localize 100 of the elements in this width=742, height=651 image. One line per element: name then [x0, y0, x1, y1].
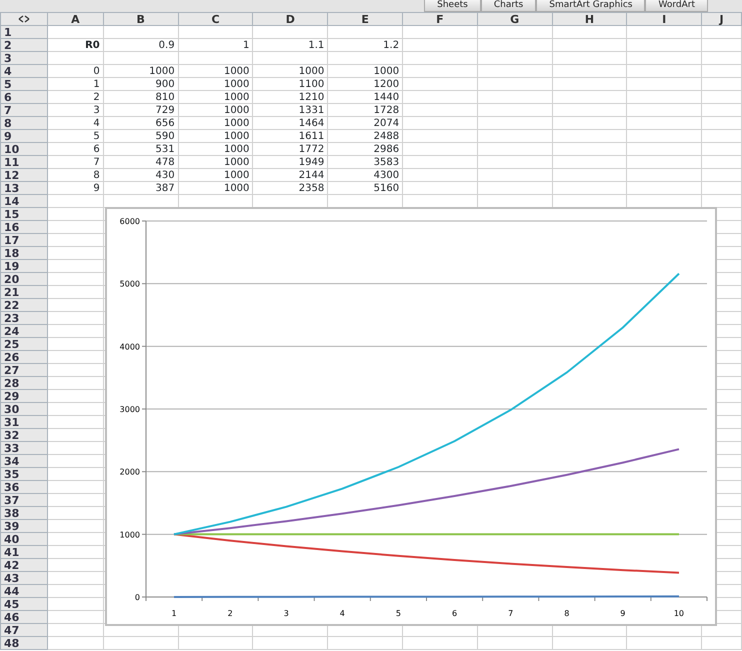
table-cell: 1728	[328, 104, 403, 116]
table-cell: 0	[47, 64, 104, 78]
row-header[interactable]: 27	[0, 364, 48, 376]
ribbon-tab[interactable]: Sheets	[424, 0, 481, 12]
row-header[interactable]: 41	[0, 546, 48, 558]
row-header[interactable]: 9	[0, 130, 48, 142]
table-cell: 387	[103, 182, 178, 194]
table-cell: 3583	[328, 156, 403, 168]
column-header[interactable]: F	[402, 12, 478, 26]
row-header[interactable]: 16	[0, 220, 48, 234]
table-cell: 3	[47, 104, 104, 116]
row-header[interactable]: 44	[0, 584, 48, 598]
column-header[interactable]: C	[178, 12, 253, 26]
column-header[interactable]: G	[477, 12, 552, 26]
table-cell: 1772	[252, 142, 328, 156]
table-cell: 590	[103, 130, 178, 142]
row-header[interactable]: 31	[0, 416, 48, 428]
table-cell: 1000	[178, 142, 253, 156]
row-header[interactable]: 33	[0, 442, 48, 454]
table-cell: 810	[103, 90, 178, 104]
table-cell: 531	[103, 142, 178, 156]
table-cell: 1000	[178, 104, 253, 116]
row-header[interactable]: 46	[0, 610, 48, 624]
row-header[interactable]: 13	[0, 182, 48, 194]
row-header[interactable]: 7	[0, 104, 48, 116]
row-header[interactable]: 12	[0, 168, 48, 182]
column-header[interactable]: H	[552, 12, 627, 26]
axis-tick-label: 5000	[120, 280, 140, 289]
row-header[interactable]: 22	[0, 298, 48, 312]
table-cell: 5160	[328, 182, 403, 194]
row-header[interactable]: 23	[0, 312, 48, 324]
row-header[interactable]: 5	[0, 78, 48, 90]
axis-tick-label: 9	[620, 609, 626, 618]
table-cell: 2144	[252, 168, 328, 182]
table-cell: 729	[103, 104, 178, 116]
row-header[interactable]: 24	[0, 324, 48, 338]
row-header[interactable]: 6	[0, 90, 48, 104]
table-cell: 4	[47, 116, 104, 130]
row-header[interactable]: 10	[0, 142, 48, 156]
axis-tick-label: 2	[228, 609, 233, 618]
table-cell: 1464	[252, 116, 328, 130]
row-header[interactable]: 38	[0, 506, 48, 520]
row-header[interactable]: 28	[0, 376, 48, 390]
table-cell: 656	[103, 116, 178, 130]
table-cell: 8	[47, 168, 104, 182]
table-cell: 2488	[328, 130, 403, 142]
ribbon-tab[interactable]: Charts	[480, 0, 536, 12]
row-header[interactable]: 45	[0, 598, 48, 610]
row-header[interactable]: 34	[0, 454, 48, 468]
row-header[interactable]: 18	[0, 246, 48, 260]
table-cell: 1440	[328, 90, 403, 104]
row-header[interactable]: 39	[0, 520, 48, 532]
row-header[interactable]: 14	[0, 194, 48, 208]
table-cell: 1949	[252, 156, 328, 168]
row-header[interactable]: 15	[0, 208, 48, 220]
column-header[interactable]: D	[252, 12, 328, 26]
row-header[interactable]: 30	[0, 402, 48, 416]
table-cell: 1200	[328, 78, 403, 90]
table-cell: 1000	[178, 78, 253, 90]
row-header[interactable]: 47	[0, 624, 48, 636]
column-header[interactable]: A	[47, 12, 104, 26]
table-cell: 1000	[178, 168, 253, 182]
row-header[interactable]: 35	[0, 468, 48, 480]
axis-tick-label: 7	[508, 609, 514, 618]
table-cell: 1000	[178, 156, 253, 168]
row-header[interactable]: 26	[0, 350, 48, 364]
row-header[interactable]: 48	[0, 636, 48, 650]
row-header[interactable]: 29	[0, 390, 48, 402]
column-header[interactable]: B	[103, 12, 178, 26]
row-header[interactable]: 36	[0, 480, 48, 494]
table-cell: 1000	[103, 64, 178, 78]
table-cell: 1	[47, 78, 104, 90]
table-cell: 1331	[252, 104, 328, 116]
table-cell: 2	[47, 90, 104, 104]
row-header[interactable]: 42	[0, 558, 48, 572]
row-header[interactable]: 4	[0, 64, 48, 78]
row-header[interactable]: 8	[0, 116, 48, 130]
table-cell: R0	[47, 38, 104, 52]
row-header[interactable]: 37	[0, 494, 48, 506]
ribbon-tab[interactable]: WordArt	[645, 0, 708, 12]
row-header[interactable]: 43	[0, 572, 48, 584]
row-header[interactable]: 1	[0, 26, 48, 38]
row-header[interactable]: 20	[0, 272, 48, 286]
column-header[interactable]: E	[328, 12, 403, 26]
row-header[interactable]: 17	[0, 234, 48, 246]
axis-tick-label: 5	[396, 609, 401, 618]
select-all-icon[interactable]	[0, 12, 48, 26]
column-header[interactable]: I	[626, 12, 702, 26]
row-header[interactable]: 40	[0, 532, 48, 546]
table-cell: 900	[103, 78, 178, 90]
column-header[interactable]: J	[702, 12, 742, 26]
row-header[interactable]: 19	[0, 260, 48, 272]
row-header[interactable]: 25	[0, 338, 48, 350]
table-cell: 1.2	[328, 38, 403, 52]
ribbon-tab[interactable]: SmartArt Graphics	[536, 0, 646, 12]
row-header[interactable]: 32	[0, 428, 48, 442]
row-header[interactable]: 11	[0, 156, 48, 168]
row-header[interactable]: 21	[0, 286, 48, 298]
row-header[interactable]: 3	[0, 52, 48, 64]
row-header[interactable]: 2	[0, 38, 48, 52]
